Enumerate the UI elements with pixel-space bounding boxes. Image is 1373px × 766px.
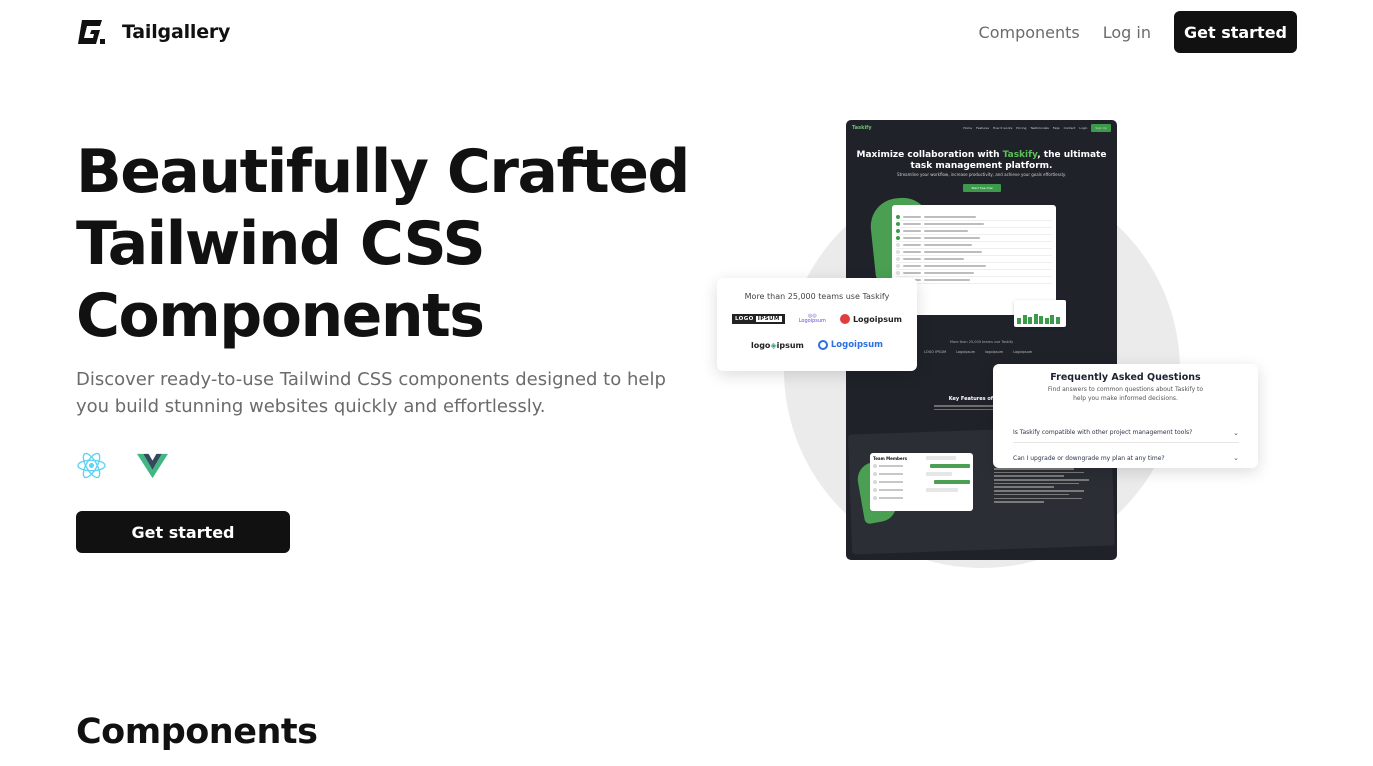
logo-text: Tailgallery — [122, 21, 231, 43]
mockup-brand: Taskify — [852, 125, 872, 131]
trust-logos-card: More than 25,000 teams use Taskify LOGO I… — [717, 278, 917, 371]
trust-logo-row: LOGO IPSUM ◎◎ Logoipsum Logoipsum — [717, 312, 917, 326]
components-section-title: Components — [76, 712, 318, 752]
logoipsum-logo-1: LOGO IPSUM — [731, 314, 785, 324]
mockup-nav-link: Pricing — [1016, 126, 1027, 130]
faq-card: Frequently Asked Questions Find answers … — [993, 364, 1258, 468]
vue-icon[interactable] — [137, 450, 168, 481]
table-row — [896, 270, 1052, 277]
mockup-logo: logoipsum — [985, 350, 1004, 354]
nav-link-components[interactable]: Components — [979, 23, 1080, 42]
mini-chart-bars — [1017, 314, 1060, 324]
mockup-nav: Taskify Home Features How it works Prici… — [846, 120, 1117, 136]
nav-link-login[interactable]: Log in — [1103, 23, 1151, 42]
logo-label: Logoipsum — [798, 318, 826, 324]
mockup-button: Start free trial — [963, 184, 1001, 192]
mockup-nav-link: Testimonials — [1030, 126, 1049, 130]
mockup-subtext: Streamline your workflow, increase produ… — [897, 172, 1066, 177]
table-row — [896, 235, 1052, 242]
mockup-nav-links: Home Features How it works Pricing Testi… — [963, 124, 1111, 132]
react-icon[interactable] — [76, 450, 107, 481]
mockup-logo: Logoipsum — [956, 350, 976, 354]
mockup-nav-link: Features — [976, 126, 989, 130]
faq-question[interactable]: Can I upgrade or downgrade my plan at an… — [1013, 448, 1239, 468]
hero-title-line-1: Beautifully Crafted — [76, 137, 690, 207]
mockup-nav-link: Contact — [1063, 126, 1076, 130]
mockup-nav-link: Faqs — [1052, 126, 1060, 130]
logoipsum-logo-2: ◎◎ Logoipsum — [798, 313, 826, 324]
main-nav: Components Log in Get started — [979, 11, 1297, 53]
table-row — [896, 277, 1052, 284]
mockup-mini-chart — [1014, 300, 1066, 327]
logo-g-icon — [78, 20, 105, 44]
mockup-heading-accent: Taskify — [1002, 150, 1038, 160]
site-header: Tailgallery Components Log in Get starte… — [0, 0, 1373, 64]
hero-title-line-2: Tailwind CSS — [76, 209, 486, 279]
get-started-nav-button[interactable]: Get started — [1174, 11, 1297, 53]
mockup-nav-link: How it works — [992, 126, 1013, 130]
mockup-logo: LOGO IPSUM — [924, 350, 947, 354]
trust-logo-grid: LOGO IPSUM ◎◎ Logoipsum Logoipsum logo◈ips… — [717, 312, 917, 364]
brand-logo[interactable]: Tailgallery — [76, 18, 230, 46]
logoipsum-logo-5: Logoipsum — [817, 340, 884, 350]
table-row — [896, 221, 1052, 228]
faq-title: Frequently Asked Questions — [1050, 372, 1201, 383]
logoipsum-logo-4: logo◈ipsum — [750, 340, 804, 350]
faq-subtitle: Find answers to common questions about T… — [1047, 386, 1204, 402]
faq-question-text: Can I upgrade or downgrade my plan at an… — [1013, 454, 1165, 462]
table-row — [896, 256, 1052, 263]
mockup-heading: Maximize collaboration with Taskify, the… — [846, 150, 1117, 172]
framework-icons — [76, 450, 168, 481]
mockup-logos: LOGO IPSUM Logoipsum logoipsum Logoipsum — [924, 350, 1032, 354]
trust-card-text: More than 25,000 teams use Taskify — [744, 292, 890, 301]
chevron-down-icon: ⌄ — [1233, 454, 1239, 462]
logo-label: Logoipsum — [830, 340, 884, 350]
table-row — [896, 249, 1052, 256]
table-row — [896, 214, 1052, 221]
mockup-nav-link: Home — [963, 126, 973, 130]
trust-logo-row: logo◈ipsum Logoipsum — [717, 338, 917, 352]
chevron-down-icon: ⌄ — [1233, 428, 1239, 437]
table-row — [896, 242, 1052, 249]
mockup-logo: Logoipsum — [1013, 350, 1033, 354]
hero-preview: Taskify Home Features How it works Prici… — [710, 112, 1270, 582]
logo-ring-icon — [817, 340, 828, 350]
mockup-nav-link: Login — [1079, 126, 1088, 130]
mockup-team-card: Team Members — [870, 453, 973, 511]
logo-label: Logoipsum — [852, 314, 903, 324]
logoipsum-logo-3: Logoipsum — [839, 314, 903, 324]
mockup-heading-pre: Maximize collaboration with — [856, 150, 1003, 160]
logo-mark-icon — [839, 314, 850, 324]
faq-question-text: Is Taskify compatible with other project… — [1013, 429, 1193, 436]
hero-title: Beautifully Crafted Tailwind CSS Compone… — [76, 136, 696, 352]
table-row — [896, 263, 1052, 270]
mockup-signup: Sign Up — [1091, 124, 1111, 132]
hero-subtitle: Discover ready-to-use Tailwind CSS compo… — [76, 369, 666, 417]
mockup-feature-bullets — [994, 468, 1094, 505]
team-chat — [926, 456, 970, 496]
get-started-hero-button[interactable]: Get started — [76, 511, 290, 553]
hero-title-line-3: Components — [76, 281, 485, 351]
table-row — [896, 228, 1052, 235]
faq-question[interactable]: Is Taskify compatible with other project… — [1013, 423, 1239, 443]
